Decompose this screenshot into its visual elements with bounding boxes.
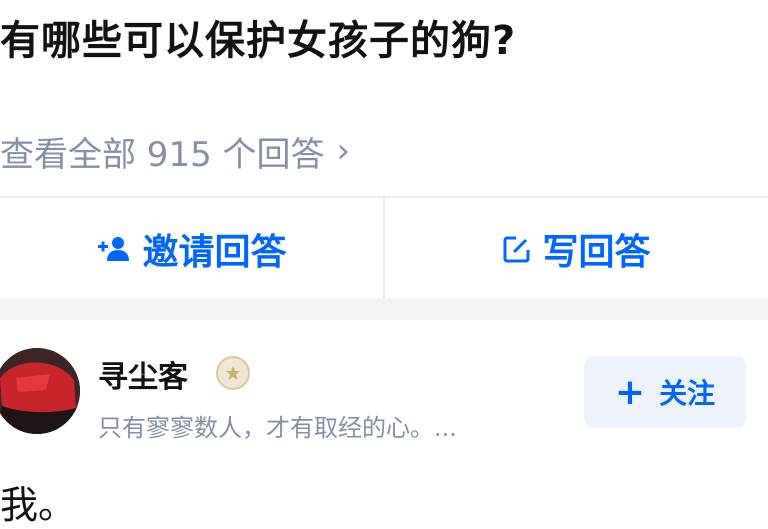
invite-user-icon xyxy=(96,234,132,264)
follow-label: 关注 xyxy=(659,377,716,410)
invite-answer-label: 邀请回答 xyxy=(142,232,287,273)
write-answer-label: 写回答 xyxy=(542,232,651,273)
invite-answer-button[interactable]: 邀请回答 xyxy=(0,198,385,300)
avatar[interactable] xyxy=(0,348,80,434)
view-all-answers-link[interactable]: 查看全部 915 个回答 › xyxy=(0,126,350,176)
write-answer-button[interactable]: 写回答 xyxy=(385,198,768,300)
section-divider xyxy=(0,298,768,320)
author-bio: 只有寥寥数人，才有取经的心。... xyxy=(98,414,457,442)
follow-button[interactable]: + 关注 xyxy=(584,356,746,428)
author-name[interactable]: 寻尘客 xyxy=(98,352,188,396)
question-action-bar: 邀请回答 写回答 xyxy=(0,196,768,300)
chevron-right-icon: › xyxy=(336,131,351,171)
answer-content: 我。 xyxy=(0,483,77,527)
plus-icon: + xyxy=(614,371,646,413)
question-title: 有哪些可以保护女孩子的狗? xyxy=(0,18,517,64)
badge-icon xyxy=(216,356,250,390)
edit-icon xyxy=(502,234,532,264)
view-all-answers-label: 查看全部 915 个回答 xyxy=(0,134,325,175)
